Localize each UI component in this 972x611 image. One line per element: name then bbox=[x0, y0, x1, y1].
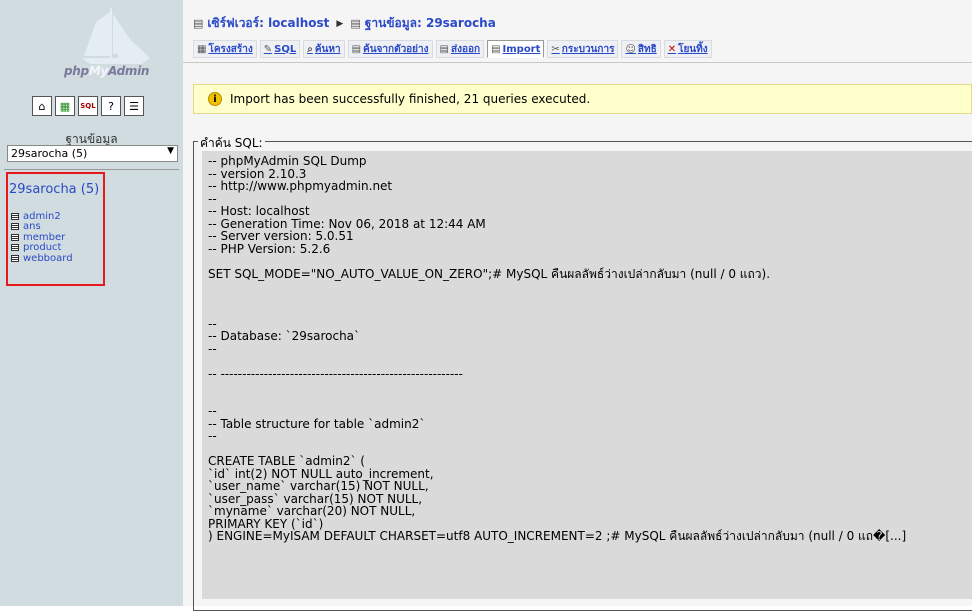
search-icon: ⌕ bbox=[307, 43, 313, 55]
sql-query-text: -- phpMyAdmin SQL Dump -- version 2.10.3-… bbox=[202, 151, 972, 547]
sidebar-nav-icons: ⌂ ▦ SQL ? ☰ bbox=[32, 96, 144, 116]
sql-line: ) ENGINE=MyISAM DEFAULT CHARSET=utf8 AUT… bbox=[208, 529, 907, 543]
sql-line: `myname` varchar(20) NOT NULL, bbox=[208, 504, 416, 518]
tab-import[interactable]: ▤ Import bbox=[487, 40, 545, 58]
structure-icon: ▦ bbox=[197, 43, 207, 55]
tab-structure[interactable]: ▦ โครงสร้าง bbox=[193, 40, 257, 58]
sql-line: -- Table structure for table `admin2` bbox=[208, 416, 426, 431]
chevron-down-icon: ▼ bbox=[167, 146, 174, 156]
tab-operations[interactable]: ✂ กระบวนการ bbox=[547, 40, 619, 58]
sql-line bbox=[208, 280, 967, 293]
sql-line: -- bbox=[208, 341, 217, 356]
main-frame: ▤ เซิร์ฟเวอร์: localhost ▶ ▤ ฐานข้อมูล: … bbox=[183, 0, 972, 611]
sql-line: CREATE TABLE `admin2` ( bbox=[208, 454, 365, 468]
tab-drop[interactable]: ✕ โยนทิ้ง bbox=[663, 40, 712, 58]
sql-line: -- http://www.phpmyadmin.net bbox=[208, 179, 393, 193]
database-icon: ▤ bbox=[350, 17, 361, 30]
table-list: admin2 ans member product webboard bbox=[11, 211, 73, 264]
sql-icon[interactable]: SQL bbox=[78, 96, 98, 116]
tab-bar: ▦ โครงสร้าง ✎ SQL ⌕ ค้นหา ▤ ค้นจากตัวอย่าง ▤… bbox=[193, 40, 712, 58]
sql-line bbox=[208, 393, 967, 406]
export-icon: ▤ bbox=[439, 43, 449, 55]
query-icon: ▤ bbox=[351, 43, 362, 55]
table-icon[interactable] bbox=[11, 244, 19, 252]
table-item-product[interactable]: product bbox=[11, 242, 73, 253]
query-window-icon[interactable]: ▦ bbox=[55, 96, 75, 116]
success-notice: i Import has been successfully finished,… bbox=[193, 84, 972, 114]
info-icon[interactable]: ☰ bbox=[124, 96, 144, 116]
breadcrumb-database[interactable]: ฐานข้อมูล: 29sarocha bbox=[365, 14, 496, 33]
table-item-admin2[interactable]: admin2 bbox=[11, 211, 73, 222]
tab-query[interactable]: ▤ ค้นจากตัวอย่าง bbox=[347, 40, 433, 58]
sql-line bbox=[208, 305, 967, 318]
sql-query-fieldset: คำค้น SQL: -- phpMyAdmin SQL Dump -- vers… bbox=[193, 134, 972, 611]
breadcrumb: ▤ เซิร์ฟเวอร์: localhost ▶ ▤ ฐานข้อมูล: … bbox=[193, 14, 496, 33]
table-item-member[interactable]: member bbox=[11, 232, 73, 243]
sql-line: -- PHP Version: 5.2.6 bbox=[208, 241, 331, 256]
database-select-value: 29sarocha (5) bbox=[11, 147, 88, 160]
privileges-icon: ☺ bbox=[625, 43, 636, 55]
database-title-link[interactable]: 29sarocha (5) bbox=[9, 182, 99, 197]
database-select[interactable]: 29sarocha (5) ▼ bbox=[7, 145, 178, 162]
sql-line bbox=[208, 255, 967, 268]
logo-text: phpMyAdmin bbox=[64, 64, 150, 78]
sql-line: `user_name` varchar(15) NOT NULL, bbox=[208, 479, 429, 493]
sql-icon: ✎ bbox=[263, 43, 273, 55]
table-icon[interactable] bbox=[11, 212, 19, 220]
sql-line: SET SQL_MODE="NO_AUTO_VALUE_ON_ZERO";# M… bbox=[208, 266, 771, 281]
sql-line bbox=[208, 380, 967, 393]
sql-line bbox=[208, 293, 967, 306]
phpmyadmin-logo[interactable]: phpMyAdmin bbox=[0, 0, 183, 90]
sql-line: -- bbox=[208, 429, 217, 443]
notice-text: Import has been successfully finished, 2… bbox=[230, 92, 591, 106]
sql-query-box: -- phpMyAdmin SQL Dump -- version 2.10.3-… bbox=[202, 151, 972, 599]
tab-privileges[interactable]: ☺ สิทธิ bbox=[621, 40, 661, 58]
sql-line: -- bbox=[208, 404, 217, 418]
table-icon[interactable] bbox=[11, 233, 19, 241]
operations-icon: ✂ bbox=[551, 43, 560, 55]
info-icon: i bbox=[208, 92, 222, 106]
sql-line: -- Host: localhost bbox=[208, 204, 310, 218]
tab-search[interactable]: ⌕ ค้นหา bbox=[303, 40, 345, 58]
table-icon[interactable] bbox=[11, 254, 19, 262]
tab-export[interactable]: ▤ ส่งออก bbox=[435, 40, 485, 58]
sql-line: -- Server version: 5.0.51 bbox=[208, 229, 354, 243]
import-icon: ▤ bbox=[491, 43, 501, 55]
drop-icon: ✕ bbox=[667, 43, 677, 55]
sidebar-divider bbox=[4, 169, 179, 170]
home-icon[interactable]: ⌂ bbox=[32, 96, 52, 116]
table-item-ans[interactable]: ans bbox=[11, 221, 73, 232]
table-item-webboard[interactable]: webboard bbox=[11, 253, 73, 264]
sql-line: -- phpMyAdmin SQL Dump bbox=[208, 154, 367, 168]
table-icon[interactable] bbox=[11, 223, 19, 231]
tab-bar-rule bbox=[183, 62, 972, 63]
breadcrumb-server[interactable]: เซิร์ฟเวอร์: localhost bbox=[207, 14, 329, 33]
tab-sql[interactable]: ✎ SQL bbox=[259, 40, 301, 58]
breadcrumb-arrow-icon: ▶ bbox=[336, 18, 344, 29]
sql-line bbox=[208, 355, 967, 368]
sql-line: -- bbox=[208, 191, 217, 206]
server-icon: ▤ bbox=[193, 17, 204, 30]
sql-line: -- -------------------------------------… bbox=[208, 366, 463, 381]
docs-icon[interactable]: ? bbox=[101, 96, 121, 116]
left-frame: phpMyAdmin ⌂ ▦ SQL ? ☰ ฐานข้อมูล 29saroc… bbox=[0, 0, 183, 606]
sql-line: -- Database: `29sarocha` bbox=[208, 329, 361, 343]
